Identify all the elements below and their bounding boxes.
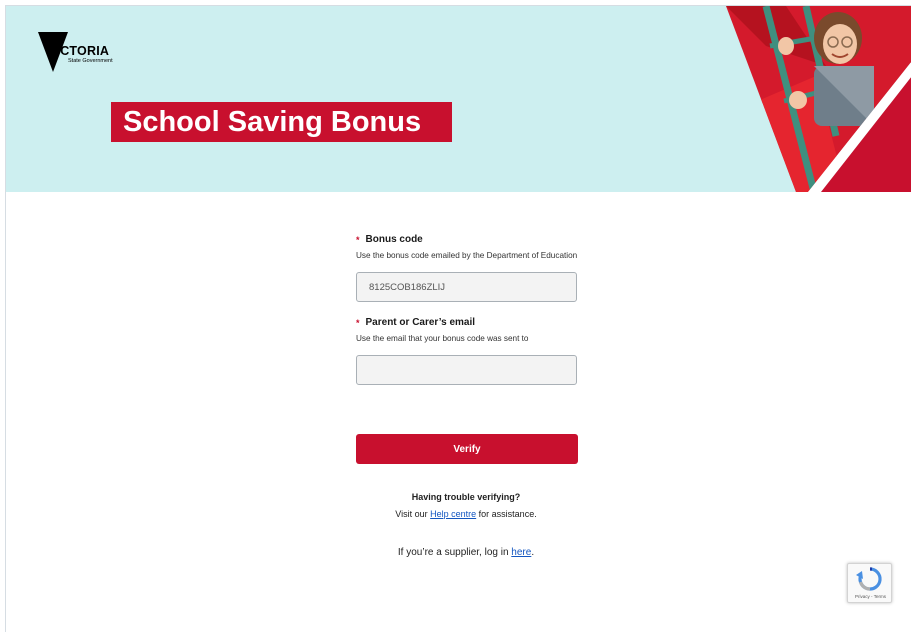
supplier-login-link[interactable]: here bbox=[511, 547, 531, 558]
verify-button[interactable]: Verify bbox=[356, 434, 578, 464]
bonus-code-input[interactable] bbox=[356, 272, 577, 302]
bonus-code-label: * Bonus code bbox=[356, 234, 578, 245]
page-title: School Saving Bonus bbox=[111, 102, 452, 142]
recaptcha-icon bbox=[856, 567, 882, 591]
required-mark: * bbox=[356, 234, 360, 245]
required-mark: * bbox=[356, 317, 360, 328]
supplier-text: If you’re a supplier, log in here. bbox=[306, 547, 626, 558]
email-input[interactable] bbox=[356, 355, 577, 385]
victoria-logo[interactable]: VICTORIA State Government bbox=[38, 32, 118, 76]
supplier-prefix: If you’re a supplier, log in bbox=[397, 547, 512, 558]
help-suffix: for assistance. bbox=[476, 509, 537, 519]
header-banner: VICTORIA State Government School Saving … bbox=[6, 6, 911, 192]
help-heading: Having trouble verifying? bbox=[411, 492, 521, 502]
bonus-code-hint: Use the bonus code emailed by the Depart… bbox=[356, 251, 578, 260]
recaptcha-terms[interactable]: Privacy - Terms bbox=[848, 594, 893, 599]
logo-subtext: State Government bbox=[68, 58, 113, 64]
page-frame: VICTORIA State Government School Saving … bbox=[5, 5, 911, 632]
recaptcha-badge[interactable]: Privacy - Terms bbox=[847, 563, 892, 603]
help-text: Visit our Help centre for assistance. bbox=[306, 509, 626, 519]
email-label: * Parent or Carer’s email bbox=[356, 317, 578, 328]
email-hint: Use the email that your bonus code was s… bbox=[356, 334, 529, 343]
child-playground-photo bbox=[726, 6, 911, 192]
bonus-code-label-text: Bonus code bbox=[365, 234, 423, 245]
help-prefix: Visit our bbox=[395, 509, 431, 519]
logo-word: VICTORIA bbox=[48, 44, 110, 58]
verification-form: * Bonus code Use the bonus code emailed … bbox=[356, 234, 578, 385]
help-centre-link[interactable]: Help centre bbox=[430, 509, 476, 519]
email-label-text: Parent or Carer’s email bbox=[365, 317, 476, 328]
supplier-suffix: . bbox=[531, 547, 535, 558]
